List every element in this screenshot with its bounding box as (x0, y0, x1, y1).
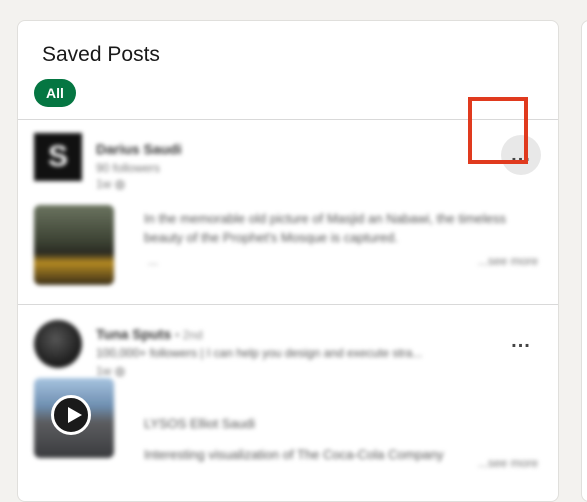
globe-icon: ◍ (114, 177, 126, 191)
author-name-text: Tuna Sputs (96, 326, 172, 342)
post-time: 1w ◍ (96, 177, 125, 191)
post-text-line-2: Interesting visualization of The Coca-Co… (144, 447, 444, 462)
post-text[interactable]: In the memorable old picture of Masjid a… (144, 209, 544, 247)
post-text-line-1: In the memorable old picture of Masjid a… (144, 211, 507, 226)
author-name[interactable]: Darius Saudi (96, 141, 182, 157)
highlight-box (468, 97, 528, 164)
more-options-button[interactable]: ... (501, 321, 541, 361)
see-more-link[interactable]: ...see more (478, 456, 538, 470)
post-time-text: 1w (96, 364, 112, 378)
play-icon[interactable] (51, 395, 91, 435)
author-headline: 100,000+ followers | I can help you desi… (96, 346, 423, 360)
filter-all-pill[interactable]: All (34, 79, 76, 107)
post-time-text: 1w (96, 177, 112, 191)
post-text-line-1: LYSOS Elliot Saudi (144, 416, 256, 431)
post-thumbnail[interactable] (34, 205, 114, 285)
author-avatar[interactable] (34, 320, 82, 368)
post-text-line-2: beauty of the Prophet's Mosque is captur… (144, 230, 398, 245)
post-text[interactable]: LYSOS Elliot Saudi Interesting visualiza… (144, 414, 504, 464)
post-time: 1w ◍ (96, 364, 125, 378)
author-followers: 90 followers (96, 161, 161, 175)
author-avatar[interactable]: S (34, 133, 82, 181)
adjacent-panel (581, 20, 587, 502)
connection-degree: • 2nd (175, 328, 203, 342)
author-name[interactable]: Tuna Sputs • 2nd (96, 326, 203, 342)
post-ellipsis: ... (148, 254, 159, 268)
see-more-link[interactable]: ...see more (478, 254, 538, 268)
globe-icon: ◍ (114, 364, 126, 378)
video-thumbnail[interactable] (34, 378, 114, 458)
saved-post: Tuna Sputs • 2nd 100,000+ followers | I … (18, 304, 558, 501)
page-title: Saved Posts (42, 43, 160, 66)
saved-posts-card: Saved Posts All S Darius Saudi 90 follow… (17, 20, 559, 502)
